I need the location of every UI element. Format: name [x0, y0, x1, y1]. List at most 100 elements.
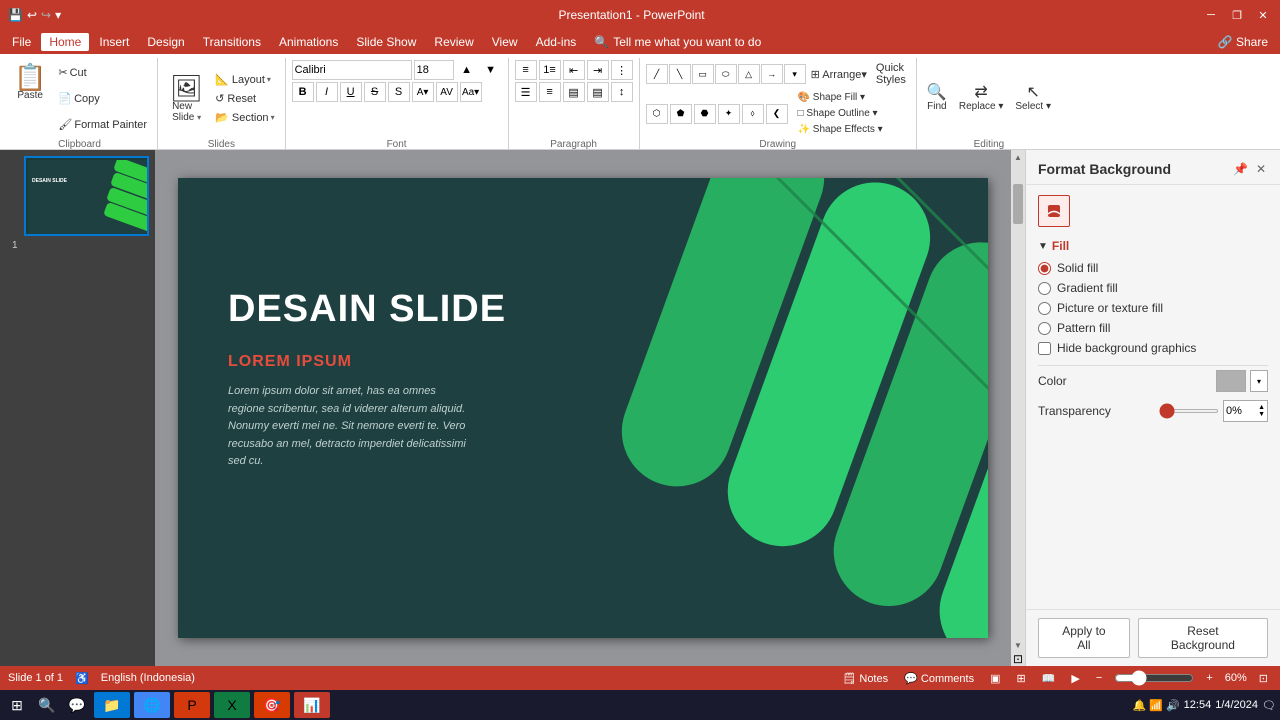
menu-transitions[interactable]: Transitions: [195, 33, 269, 51]
increase-indent-button[interactable]: ⇥: [587, 60, 609, 80]
shape-btn-6[interactable]: ⬟: [670, 104, 692, 124]
shape-btn-7[interactable]: ⬣: [694, 104, 716, 124]
shadow-button[interactable]: S: [388, 82, 410, 102]
scroll-down-arrow[interactable]: ▼: [1011, 638, 1025, 652]
shape-btn-8[interactable]: ✦: [718, 104, 740, 124]
shape-btn-rect[interactable]: ▭: [692, 64, 714, 84]
taskbar-chrome[interactable]: 🌐: [134, 692, 170, 718]
shape-btn-tri[interactable]: △: [738, 64, 760, 84]
menu-insert[interactable]: Insert: [91, 33, 137, 51]
shape-btn-oval[interactable]: ⬭: [715, 64, 737, 84]
notification-center[interactable]: 🗨: [1262, 699, 1276, 712]
font-color-button[interactable]: A▾: [412, 82, 434, 102]
bullets-button[interactable]: ≡: [515, 60, 537, 80]
menu-addins[interactable]: Add-ins: [528, 33, 585, 51]
char-spacing-button[interactable]: AV: [436, 82, 458, 102]
shape-btn-2[interactable]: ╲: [669, 64, 691, 84]
menu-slideshow[interactable]: Slide Show: [348, 33, 424, 51]
zoom-slider[interactable]: [1114, 670, 1194, 686]
align-left-button[interactable]: ☰: [515, 82, 537, 102]
font-size-input[interactable]: [414, 60, 454, 80]
search-button[interactable]: 🔍: [34, 692, 60, 718]
select-button[interactable]: ↖ Select ▾: [1011, 83, 1055, 114]
reset-background-button[interactable]: Reset Background: [1138, 618, 1268, 658]
panel-pin-button[interactable]: 📌: [1231, 160, 1250, 178]
taskbar-explorer[interactable]: 📁: [94, 692, 130, 718]
taskbar-app4[interactable]: 📊: [294, 692, 330, 718]
arrange-button[interactable]: ⊞ Arrange▾: [807, 66, 871, 83]
gradient-fill-option[interactable]: Gradient fill: [1038, 281, 1268, 295]
scroll-up-arrow[interactable]: ▲: [1011, 150, 1025, 164]
shape-fill-button[interactable]: 🎨 Shape Fill ▾: [794, 90, 887, 105]
cut-button[interactable]: ✂ Cut: [54, 64, 151, 81]
shape-btn-1[interactable]: ╱: [646, 64, 668, 84]
color-dropdown-button[interactable]: ▾: [1250, 370, 1268, 392]
menu-home[interactable]: Home: [41, 33, 89, 51]
hide-background-option[interactable]: Hide background graphics: [1038, 341, 1268, 355]
quick-styles-button[interactable]: QuickStyles: [872, 60, 910, 88]
comments-button[interactable]: 💬 Comments: [900, 670, 978, 687]
shape-btn-5[interactable]: ⬡: [646, 104, 668, 124]
layout-button[interactable]: 📐 Layout ▾: [211, 71, 278, 88]
fit-page-button[interactable]: ⊡: [1011, 652, 1025, 666]
change-case-button[interactable]: Aa▾: [460, 82, 482, 102]
save-icon[interactable]: 💾: [8, 8, 23, 22]
menu-share[interactable]: 🔗 Share: [1210, 33, 1276, 51]
apply-to-all-button[interactable]: Apply to All: [1038, 618, 1130, 658]
redo-icon[interactable]: ↪: [41, 8, 51, 22]
panel-close-button[interactable]: ✕: [1254, 160, 1268, 178]
shape-btn-arrow[interactable]: →: [761, 64, 783, 84]
restore-button[interactable]: ❐: [1228, 6, 1246, 24]
color-swatch[interactable]: [1216, 370, 1246, 392]
pattern-fill-option[interactable]: Pattern fill: [1038, 321, 1268, 335]
shape-btn-9[interactable]: ⬨: [742, 104, 764, 124]
slide-thumbnail-1[interactable]: DESAIN SLIDE: [24, 156, 149, 236]
fill-section-header[interactable]: ▼ Fill: [1038, 239, 1268, 253]
fill-icon-button[interactable]: [1038, 195, 1070, 227]
slide-vertical-scrollbar[interactable]: ▲ ▼ ⊡: [1011, 150, 1025, 666]
transparency-up[interactable]: ▲: [1258, 404, 1265, 411]
zoom-out-button[interactable]: −: [1092, 670, 1106, 686]
zoom-in-button[interactable]: +: [1202, 670, 1216, 686]
align-right-button[interactable]: ▤: [563, 82, 585, 102]
reset-button[interactable]: ↺ Reset: [211, 90, 278, 107]
solid-fill-option[interactable]: Solid fill: [1038, 261, 1268, 275]
increase-font-button[interactable]: ▲: [456, 60, 478, 80]
italic-button[interactable]: I: [316, 82, 338, 102]
decrease-font-button[interactable]: ▼: [480, 60, 502, 80]
copy-button[interactable]: 📄 Copy: [54, 90, 151, 107]
slide-sorter-button[interactable]: ⊞: [1012, 670, 1029, 687]
menu-design[interactable]: Design: [139, 33, 192, 51]
section-button[interactable]: 📂 Section ▾: [211, 109, 278, 126]
transparency-down[interactable]: ▼: [1258, 411, 1265, 418]
underline-button[interactable]: U: [340, 82, 362, 102]
menu-view[interactable]: View: [484, 33, 526, 51]
menu-tell-me[interactable]: 🔍 Tell me what you want to do: [586, 33, 769, 51]
notes-button[interactable]: 🗒 Notes: [838, 670, 892, 687]
align-center-button[interactable]: ≡: [539, 82, 561, 102]
taskbar-app2[interactable]: X: [214, 692, 250, 718]
menu-review[interactable]: Review: [426, 33, 481, 51]
start-button[interactable]: ⊞: [4, 692, 30, 718]
columns-button[interactable]: ⋮: [611, 60, 633, 80]
decrease-indent-button[interactable]: ⇤: [563, 60, 585, 80]
fit-slide-button[interactable]: ⊡: [1255, 670, 1272, 687]
strikethrough-button[interactable]: S: [364, 82, 386, 102]
undo-icon[interactable]: ↩: [27, 8, 37, 22]
menu-file[interactable]: File: [4, 33, 39, 51]
slideshow-button[interactable]: ▶: [1067, 670, 1083, 687]
menu-animations[interactable]: Animations: [271, 33, 346, 51]
font-name-input[interactable]: [292, 60, 412, 80]
paste-button[interactable]: 📋 Paste: [8, 60, 52, 137]
taskbar-powerpoint[interactable]: P: [174, 692, 210, 718]
task-view-button[interactable]: 💬: [64, 692, 90, 718]
shape-btn-10[interactable]: ❮: [766, 104, 788, 124]
minimize-button[interactable]: ─: [1202, 6, 1220, 24]
bold-button[interactable]: B: [292, 82, 314, 102]
accessibility-icon[interactable]: ♿: [75, 672, 89, 685]
more-shapes-button[interactable]: ▾: [784, 64, 806, 84]
replace-button[interactable]: ⇄ Replace ▾: [955, 83, 1008, 114]
close-button[interactable]: ✕: [1254, 6, 1272, 24]
picture-fill-option[interactable]: Picture or texture fill: [1038, 301, 1268, 315]
scroll-thumb[interactable]: [1013, 184, 1023, 224]
